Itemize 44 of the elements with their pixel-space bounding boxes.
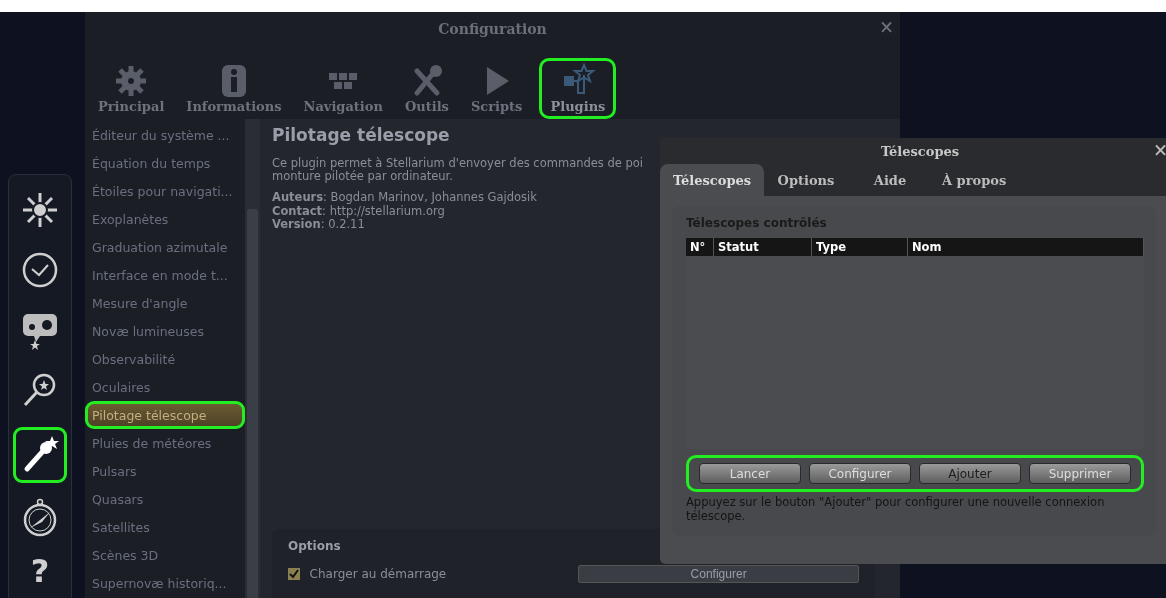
plugin-list-item[interactable]: Novæ lumineuses xyxy=(85,317,245,345)
close-button[interactable]: × xyxy=(1152,141,1166,159)
plugin-list-item[interactable]: Interface en mode t... xyxy=(85,261,245,289)
plugin-list-item[interactable]: Équation du temps xyxy=(85,149,245,177)
help-icon[interactable]: ? xyxy=(30,555,50,587)
tab[interactable]: Scripts xyxy=(465,60,528,119)
plugin-list-item[interactable]: Éditeur du système ... xyxy=(85,121,245,149)
configure-button[interactable]: Configurer xyxy=(578,565,859,583)
plugin-info: Contact: http://stellarium.org xyxy=(272,204,445,218)
plugin-list-item[interactable]: Pilotage télescope xyxy=(85,401,245,429)
plugin-list-item[interactable]: Oculaires xyxy=(85,373,245,401)
tab[interactable]: Informations xyxy=(181,60,287,119)
plugin-list-item[interactable]: Graduation azimutale xyxy=(85,233,245,261)
plugin-list-item[interactable]: Observabilité xyxy=(85,345,245,373)
plugin-list-item[interactable]: Mesure d'angle xyxy=(85,289,245,317)
options-title: Options xyxy=(288,539,342,553)
wrench-icon[interactable] xyxy=(13,427,67,483)
plugin-list-item[interactable]: Étoiles pour navigati... xyxy=(85,177,245,205)
tab[interactable]: Aide xyxy=(848,164,932,196)
plugin-title: Pilotage télescope xyxy=(272,125,450,145)
tab[interactable]: Télescopes xyxy=(660,164,764,196)
scrollbar[interactable] xyxy=(245,119,260,598)
dialog-title: Télescopes xyxy=(880,143,960,159)
checkbox-label: Charger au démarrage xyxy=(309,567,447,581)
tab[interactable]: Outils xyxy=(399,60,454,119)
tab[interactable]: À propos xyxy=(932,164,1017,196)
plugin-list-item[interactable]: Pluies de météores xyxy=(85,429,245,457)
plugin-list-item[interactable]: Quasars xyxy=(85,485,245,513)
plugin-info: Auteurs: Bogdan Marinov, Johannes Gajdosik xyxy=(272,191,537,205)
tab[interactable]: Principal xyxy=(93,60,170,119)
plugin-list-item[interactable]: Scènes 3D xyxy=(85,541,245,569)
dialog-button[interactable]: Ajouter xyxy=(919,463,1021,485)
hint-text: Appuyez sur le bouton "Ajouter" pour configurer une nouvelle connexion télescope. xyxy=(686,496,1106,524)
close-button[interactable]: × xyxy=(878,18,894,36)
checkbox[interactable] xyxy=(288,568,300,580)
plugin-list-item[interactable]: Exoplanètes xyxy=(85,205,245,233)
plugin-description: Ce plugin permet à Stellarium d'envoyer des commandes de poi monture pilotée par ordinateur. xyxy=(272,157,644,184)
plugin-list-item[interactable]: Satellites xyxy=(85,513,245,541)
plugin-list-item[interactable]: Supernovæ historiq... xyxy=(85,569,245,597)
window-title: Configuration xyxy=(438,20,547,37)
plugin-info: Version: 0.2.11 xyxy=(272,217,365,232)
tab[interactable]: Options xyxy=(764,164,848,196)
plugin-list-item[interactable]: Pulsars xyxy=(85,457,245,485)
tab[interactable]: Navigation xyxy=(298,60,388,119)
